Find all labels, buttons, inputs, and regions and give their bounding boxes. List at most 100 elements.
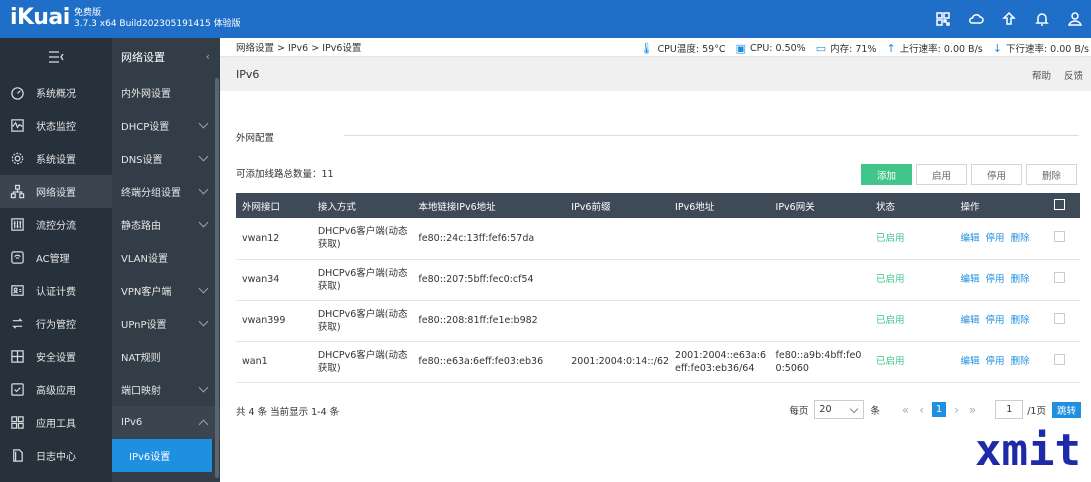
feedback-link[interactable]: 反馈 xyxy=(1064,71,1083,82)
disable-link[interactable]: 停用 xyxy=(986,233,1005,244)
cloud-icon[interactable] xyxy=(959,0,992,38)
subnav-item-6[interactable]: VPN客户端 xyxy=(112,274,220,307)
advanced-icon xyxy=(8,381,26,399)
subnav-item-10[interactable]: IPv6 xyxy=(112,406,220,439)
sidebar-item-5[interactable]: AC管理 xyxy=(0,241,112,274)
ipv6-addr-cell xyxy=(669,300,769,341)
edit-link[interactable]: 编辑 xyxy=(961,233,980,244)
dashboard-icon xyxy=(8,84,26,102)
download-rate: 下行速率: 0.00 B/s xyxy=(1005,44,1089,55)
current-page[interactable]: 1 xyxy=(932,402,947,417)
help-link[interactable]: 帮助 xyxy=(1032,71,1051,82)
chevron-down-icon xyxy=(850,404,859,414)
collapse-subnav-icon[interactable]: ‹ xyxy=(206,50,210,63)
wan-table: 外网接口 接入方式 本地链接IPv6地址 IPv6前缀 IPv6地址 IPv6网关 状态 操作… xyxy=(236,193,1080,383)
link-addr-cell: fe80::207:5bff:fec0:cf54 xyxy=(418,274,534,285)
iface-cell: vwan399 xyxy=(242,315,286,326)
edit-link[interactable]: 编辑 xyxy=(961,356,980,367)
table-summary: 共 4 条 当前显示 1-4 条 xyxy=(236,407,340,418)
row-checkbox[interactable] xyxy=(1054,230,1066,242)
prefix-cell xyxy=(565,300,669,341)
delete-link[interactable]: 删除 xyxy=(1011,233,1030,244)
select-all-checkbox[interactable] xyxy=(1054,198,1066,210)
subnav-item-3[interactable]: 终端分组设置 xyxy=(112,175,220,208)
chevron-down-icon xyxy=(198,316,209,327)
ikuai-logo[interactable]: iKuai xyxy=(10,5,70,30)
column-header: 接入方式 xyxy=(317,201,356,213)
delete-button[interactable]: 删除 xyxy=(1026,164,1077,185)
edition-label: 免费版 xyxy=(74,8,102,18)
column-header: IPv6网关 xyxy=(775,201,815,213)
thermometer-icon: 🌡 xyxy=(639,41,654,55)
sidebar-item-3[interactable]: 网络设置 xyxy=(0,175,112,208)
delete-link[interactable]: 删除 xyxy=(1011,315,1030,326)
enable-button[interactable]: 启用 xyxy=(916,164,967,185)
disable-link[interactable]: 停用 xyxy=(986,356,1005,367)
subnav-item-11[interactable]: IPv6设置 xyxy=(112,439,212,472)
tools-icon xyxy=(8,414,26,432)
user-icon[interactable] xyxy=(1058,0,1091,38)
subnav-item-9[interactable]: 端口映射 xyxy=(112,373,220,406)
chevron-down-icon xyxy=(198,151,209,162)
row-checkbox[interactable] xyxy=(1054,272,1066,283)
upgrade-icon[interactable] xyxy=(992,0,1025,38)
row-checkbox[interactable] xyxy=(1054,354,1066,365)
next-page-icon[interactable]: › xyxy=(954,403,959,417)
subnav-item-4[interactable]: 静态路由 xyxy=(112,208,220,241)
last-page-icon[interactable]: » xyxy=(969,403,976,417)
delete-link[interactable]: 删除 xyxy=(1011,274,1030,285)
select-all-cell xyxy=(1048,193,1080,218)
status-cell: 已启用 xyxy=(876,232,905,244)
sidebar-item-label: AC管理 xyxy=(36,254,70,265)
gateway-cell xyxy=(770,218,870,259)
main-sidebar: 系统概况 状态监控系统设置网络设置 流控分流 AC管理认证计费 行为管控 安全设置 高级应用… xyxy=(0,38,112,482)
subnav-item-7[interactable]: UPnP设置 xyxy=(112,307,220,340)
sidebar-item-10[interactable]: 应用工具 xyxy=(0,406,112,439)
subnav-item-5[interactable]: VLAN设置 xyxy=(112,241,220,274)
ops-cell: 编辑 停用 删除 xyxy=(955,341,1049,382)
subnav-item-label: DHCP设置 xyxy=(121,122,170,133)
prefix-cell xyxy=(565,259,669,300)
sidebar-item-2[interactable]: 系统设置 xyxy=(0,142,112,175)
collapse-menu-icon[interactable] xyxy=(0,38,112,76)
subnav-item-0[interactable]: 内外网设置 xyxy=(112,76,220,109)
disable-link[interactable]: 停用 xyxy=(986,274,1005,285)
sidebar-item-0[interactable]: 系统概况 xyxy=(0,76,112,109)
jump-button[interactable]: 跳转 xyxy=(1051,401,1081,418)
add-button[interactable]: 添加 xyxy=(861,164,912,185)
sidebar-item-9[interactable]: 高级应用 xyxy=(0,373,112,406)
upload-arrow-icon: ↑ xyxy=(886,41,896,55)
subnav-item-label: DNS设置 xyxy=(121,155,163,166)
delete-link[interactable]: 删除 xyxy=(1011,356,1030,367)
prev-page-icon[interactable]: ‹ xyxy=(919,403,924,417)
first-page-icon[interactable]: « xyxy=(902,403,909,417)
sidebar-item-7[interactable]: 行为管控 xyxy=(0,307,112,340)
edit-link[interactable]: 编辑 xyxy=(961,315,980,326)
sidebar-item-11[interactable]: 日志中心 xyxy=(0,439,112,472)
line-count: 可添加线路总数量：11 xyxy=(236,169,334,180)
sidebar-item-6[interactable]: 认证计费 xyxy=(0,274,112,307)
sidebar-scrollbar[interactable] xyxy=(215,78,219,478)
link-addr-cell: fe80::e63a:6eff:fe03:eb36 xyxy=(418,356,544,367)
bell-icon[interactable] xyxy=(1025,0,1058,38)
subnav-item-label: 终端分组设置 xyxy=(121,188,181,199)
version-info: 免费版 3.7.3 x64 Build202305191415 体验版 xyxy=(74,8,241,30)
edit-link[interactable]: 编辑 xyxy=(961,274,980,285)
row-checkbox[interactable] xyxy=(1054,313,1066,324)
subnav-item-8[interactable]: NAT规则 xyxy=(112,340,220,373)
page-input[interactable]: 1 xyxy=(995,400,1024,419)
upload-rate: 上行速率: 0.00 B/s xyxy=(899,44,983,55)
subnav-item-1[interactable]: DHCP设置 xyxy=(112,109,220,142)
disable-button[interactable]: 停用 xyxy=(971,164,1022,185)
sidebar-item-4[interactable]: 流控分流 xyxy=(0,208,112,241)
sidebar-item-1[interactable]: 状态监控 xyxy=(0,109,112,142)
gateway-cell xyxy=(770,300,870,341)
page-size-select[interactable]: 20 xyxy=(814,400,865,419)
sidebar-item-8[interactable]: 安全设置 xyxy=(0,340,112,373)
chevron-down-icon xyxy=(198,217,209,228)
sidebar-item-label: 系统设置 xyxy=(36,155,76,166)
subnav-item-label: IPv6 xyxy=(121,417,143,428)
grid-icon[interactable] xyxy=(926,0,959,38)
disable-link[interactable]: 停用 xyxy=(986,315,1005,326)
subnav-item-2[interactable]: DNS设置 xyxy=(112,142,220,175)
